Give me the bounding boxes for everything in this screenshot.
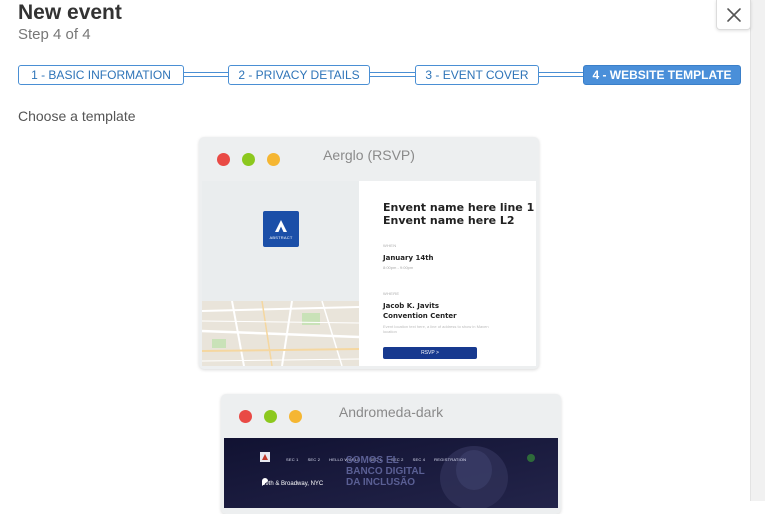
template-card-andromeda-dark[interactable]: Andromeda-dark SEC 1 SEC 2 HELLO WORLD S… xyxy=(221,394,561,514)
template-name: Andromeda-dark xyxy=(338,404,444,420)
venue-line-2: Convention Center xyxy=(383,312,457,320)
step-privacy-details[interactable]: 2 - PRIVACY DETAILS xyxy=(228,65,370,85)
where-label: WHERE xyxy=(383,291,400,296)
event-venue: Jacob K. Javits Convention Center xyxy=(383,301,457,321)
preview-left-panel: ABSTRACT xyxy=(202,181,359,366)
step-event-cover[interactable]: 3 - EVENT COVER xyxy=(415,65,539,85)
logo-text: ABSTRACT xyxy=(269,234,293,240)
event-title-line-1: Envent name here line 1 xyxy=(383,201,535,214)
nav-item: REGISTRATION xyxy=(434,457,467,462)
hero-line-2: BANCO DIGITAL xyxy=(346,466,425,477)
template-preview: SEC 1 SEC 2 HELLO WORLD SEC 1 SEC 2 SEC … xyxy=(224,438,558,508)
step-basic-information[interactable]: 1 - BASIC INFORMATION xyxy=(18,65,184,85)
preview-right-panel: Envent name here line 1 Envent name here… xyxy=(359,181,536,366)
preview-rsvp-button: RSVP > xyxy=(383,347,477,359)
preview-address: 39th & Broadway, NYC xyxy=(262,481,324,487)
template-card-aerglo[interactable]: Aerglo (RSVP) ABSTRACT Envent name here … xyxy=(199,137,539,369)
event-title-line-2: Envent name here L2 xyxy=(383,214,515,227)
when-label: WHEN xyxy=(383,243,397,248)
map-image xyxy=(202,301,359,366)
step-connector xyxy=(539,72,583,77)
step-connector xyxy=(370,72,415,77)
step-website-template[interactable]: 4 - WEBSITE TEMPLATE xyxy=(583,65,741,85)
hero-line-1: SOMOS EL xyxy=(346,455,399,466)
abstract-logo-icon xyxy=(275,219,287,232)
venue-description: Event location text here, a line of addr… xyxy=(383,324,489,334)
hero-line-3: DA INCLUSÃO xyxy=(346,477,416,488)
preview-hero-text: SOMOS EL BANCO DIGITAL DA INCLUSÃO xyxy=(346,455,425,488)
choose-template-label: Choose a template xyxy=(18,108,136,124)
step-connector xyxy=(184,72,228,77)
nav-item: SEC 2 xyxy=(307,457,321,462)
event-date: January 14th xyxy=(383,254,434,262)
venue-line-1: Jacob K. Javits xyxy=(383,302,440,310)
card-titlebar: Andromeda-dark xyxy=(221,394,561,438)
preview-event-title: Envent name here line 1 Envent name here… xyxy=(383,201,534,227)
stepper: 1 - BASIC INFORMATION 2 - PRIVACY DETAIL… xyxy=(0,0,765,100)
logo-icon: ABSTRACT xyxy=(263,211,299,247)
template-name: Aerglo (RSVP) xyxy=(323,147,415,163)
nav-item: SEC 1 xyxy=(286,457,299,462)
event-time: 8:00pm - 9:00pm xyxy=(383,265,414,270)
template-preview: ABSTRACT Envent name here line 1 Envent … xyxy=(202,181,536,366)
card-titlebar: Aerglo (RSVP) xyxy=(199,137,539,181)
